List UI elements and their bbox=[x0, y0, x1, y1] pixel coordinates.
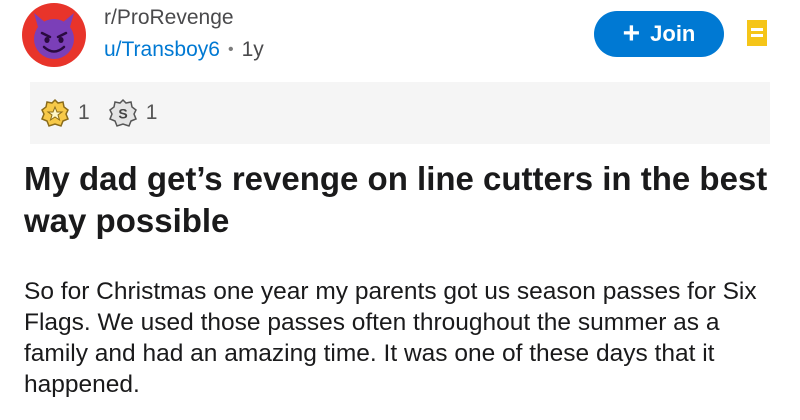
silver-award-icon: S bbox=[108, 98, 137, 127]
awards-bar: 1 S 1 bbox=[30, 82, 770, 144]
award-silver-count: 1 bbox=[145, 101, 158, 124]
award-gold-count: 1 bbox=[78, 101, 90, 124]
post-age: 1y bbox=[241, 38, 264, 61]
save-icon[interactable] bbox=[746, 19, 768, 47]
award-silver[interactable]: S 1 bbox=[108, 98, 166, 128]
plus-icon: + bbox=[622, 17, 641, 50]
svg-text:S: S bbox=[118, 106, 127, 122]
post-header: r/ProRevenge u/Transboy6 • 1y + Join bbox=[0, 0, 800, 80]
award-gold[interactable]: 1 bbox=[40, 98, 98, 128]
smiling-devil-icon bbox=[34, 13, 74, 59]
community-name[interactable]: r/ProRevenge bbox=[104, 6, 234, 30]
community-avatar[interactable] bbox=[22, 3, 86, 67]
post-meta: u/Transboy6 • 1y bbox=[104, 38, 264, 62]
post-body: So for Christmas one year my parents got… bbox=[24, 278, 757, 398]
author-username[interactable]: u/Transboy6 bbox=[104, 38, 220, 62]
join-label: Join bbox=[650, 21, 696, 46]
post-title[interactable]: My dad get’s revenge on line cutters in … bbox=[24, 158, 784, 242]
meta-separator: • bbox=[227, 41, 234, 58]
join-button[interactable]: + Join bbox=[594, 11, 724, 57]
gold-award-icon bbox=[41, 98, 69, 127]
